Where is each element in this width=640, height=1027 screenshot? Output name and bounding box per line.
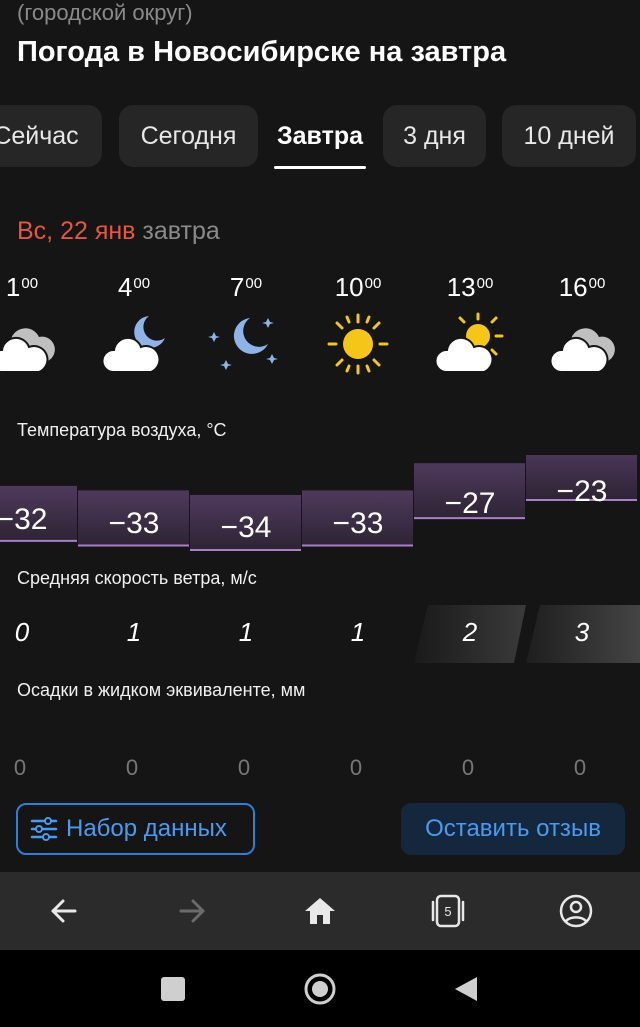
hours-row: 100 400 700 1000 1300 1600	[0, 272, 640, 312]
temperature-chart: −32 −33 −34 −33 −27 −23	[0, 455, 640, 565]
tab-now[interactable]: Сейчас	[0, 105, 102, 167]
hour-label: 400	[117, 272, 151, 302]
region-subtitle: (городской округ)	[17, 0, 193, 25]
temperature-value: −32	[0, 503, 48, 536]
precipitation-value: 0	[461, 755, 475, 780]
sunny-icon	[302, 310, 414, 380]
cloudy-night-icon	[78, 310, 190, 380]
feedback-button[interactable]: Оставить отзыв	[401, 803, 625, 855]
precipitation-value: 0	[125, 755, 139, 780]
tab-tomorrow[interactable]: Завтра	[274, 105, 366, 169]
wind-value: 1	[238, 617, 254, 647]
hour-label: 100	[5, 272, 39, 302]
back-icon[interactable]	[24, 872, 104, 950]
wind-row: 0 1 1 1 2 3	[0, 605, 640, 665]
hour-label: 1300	[446, 272, 494, 302]
sliders-icon	[30, 817, 58, 841]
dataset-button[interactable]: Набор данных	[16, 803, 255, 855]
precipitation-value: 0	[13, 755, 27, 780]
hour-label: 1600	[558, 272, 606, 302]
precipitation-value: 0	[573, 755, 587, 780]
tabs-icon[interactable]: 5	[408, 872, 488, 950]
tab-today[interactable]: Сегодня	[119, 105, 258, 167]
precipitation-label: Осадки в жидком эквиваленте, мм	[17, 680, 306, 700]
wind-value: 1	[350, 617, 366, 647]
temperature-value: −27	[444, 487, 496, 520]
recents-icon[interactable]	[133, 950, 213, 1027]
tab-10-days[interactable]: 10 дней	[502, 105, 636, 167]
date-text: Вс, 22 янв	[17, 217, 136, 245]
wind-value: 1	[126, 617, 142, 647]
cloudy-icon	[526, 310, 638, 380]
hour-label: 700	[229, 272, 263, 302]
clear-night-icon	[190, 310, 302, 380]
system-back-icon[interactable]	[426, 950, 506, 1027]
tab-count: 5	[444, 904, 451, 919]
forecast-date: Вс, 22 янв завтра	[17, 217, 220, 246]
home-icon[interactable]	[280, 872, 360, 950]
page-title: Погода в Новосибирске на завтра	[17, 36, 507, 68]
period-tabs: Сейчас Сегодня Завтра 3 дня 10 дней	[0, 105, 640, 169]
temperature-value: −33	[332, 507, 384, 540]
home-button-icon[interactable]	[280, 950, 360, 1027]
browser-toolbar: 5	[0, 872, 640, 950]
wind-value: 3	[574, 617, 590, 647]
partly-cloudy-icon	[414, 310, 526, 380]
date-relative: завтра	[142, 217, 220, 245]
cloudy-icon	[0, 310, 78, 380]
profile-icon[interactable]	[536, 872, 616, 950]
tab-3-days[interactable]: 3 дня	[383, 105, 486, 167]
temperature-value: −23	[556, 475, 608, 508]
forward-icon[interactable]	[152, 872, 232, 950]
precipitation-row: 0 0 0 0 0 0	[0, 755, 640, 785]
feedback-button-label: Оставить отзыв	[425, 815, 601, 842]
dataset-button-label: Набор данных	[66, 815, 227, 842]
temperature-label: Температура воздуха, °C	[17, 420, 227, 440]
wind-value: 0	[14, 617, 30, 647]
temperature-value: −34	[220, 511, 272, 544]
weather-icons-row	[0, 310, 640, 380]
system-nav-bar	[0, 950, 640, 1027]
wind-value: 2	[462, 617, 478, 647]
wind-label: Средняя скорость ветра, м/с	[17, 568, 257, 588]
precipitation-value: 0	[237, 755, 251, 780]
hour-label: 1000	[334, 272, 382, 302]
precipitation-value: 0	[349, 755, 363, 780]
temperature-value: −33	[108, 507, 160, 540]
